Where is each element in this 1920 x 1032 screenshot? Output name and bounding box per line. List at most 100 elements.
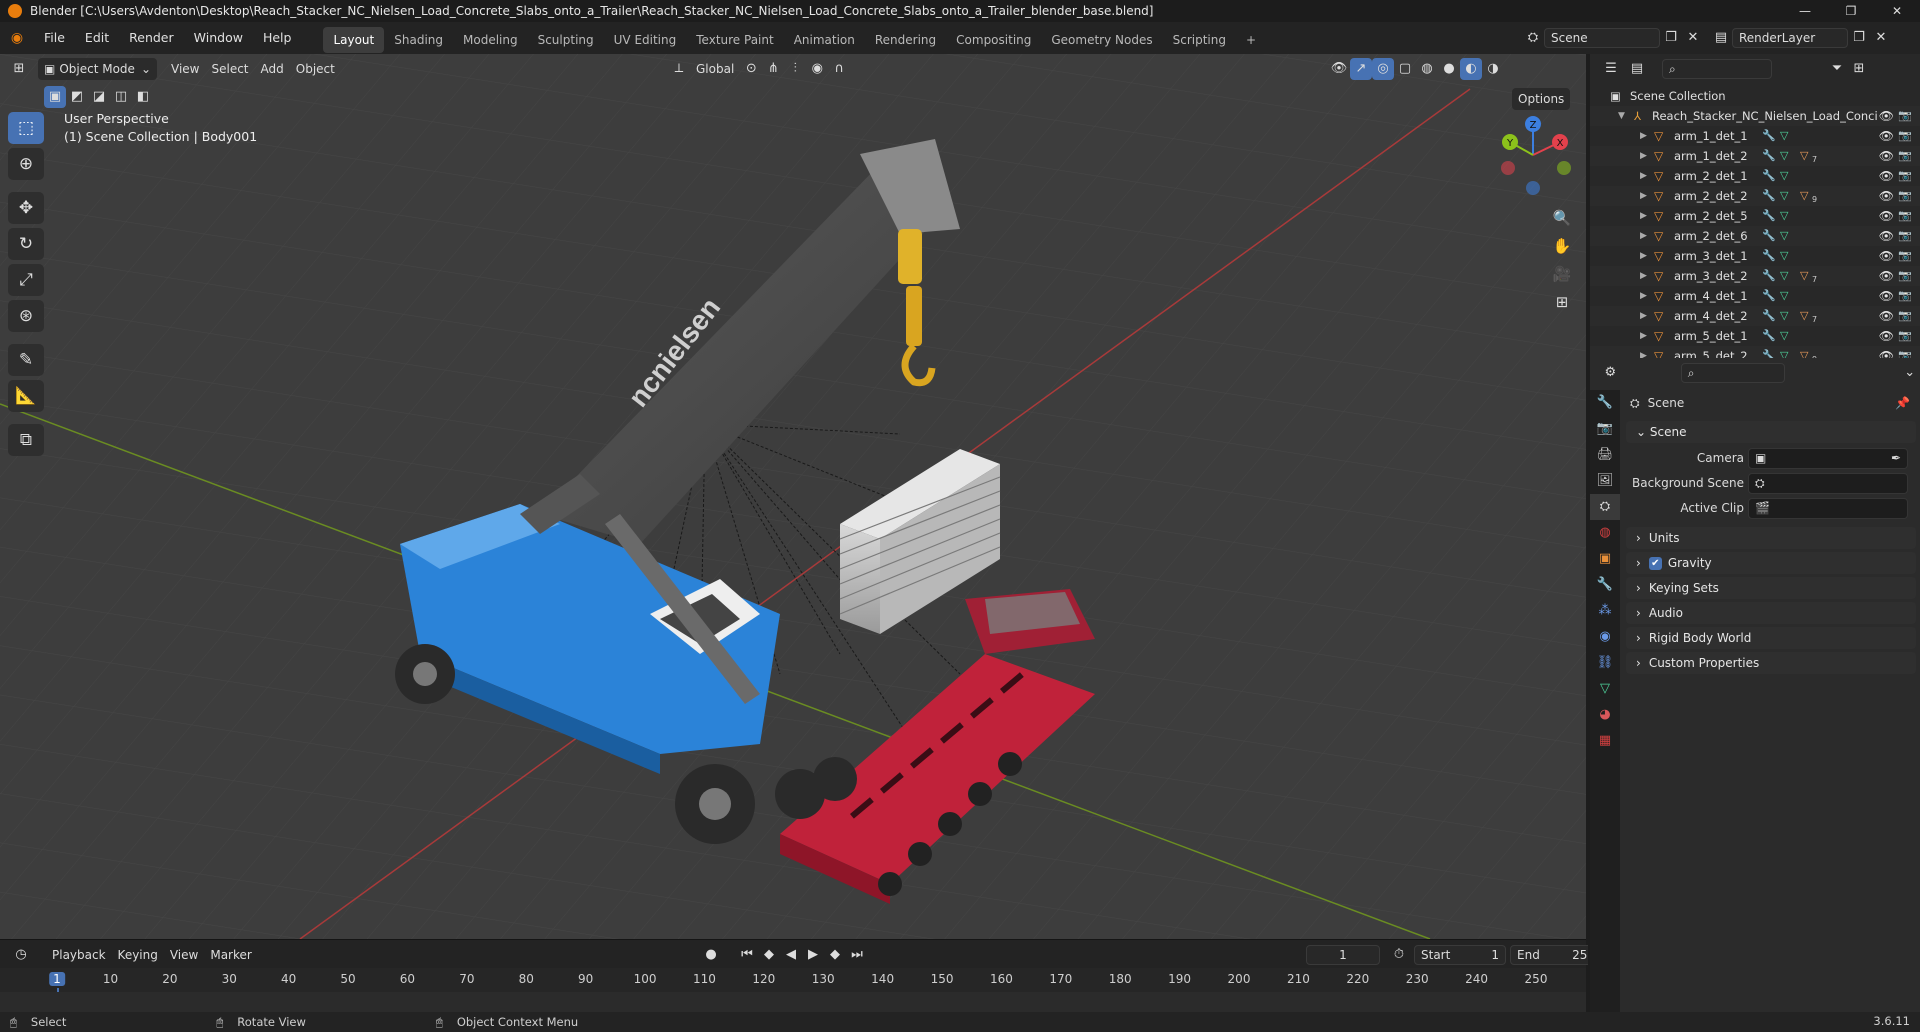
expand-arrow-icon[interactable]: ▶ bbox=[1640, 306, 1647, 326]
eye-icon[interactable]: 👁 bbox=[1879, 306, 1894, 326]
expand-arrow-icon[interactable]: ▶ bbox=[1640, 146, 1647, 166]
tab-sculpting[interactable]: Sculpting bbox=[528, 27, 604, 53]
camera-render-icon[interactable]: 📷 bbox=[1898, 326, 1912, 346]
camera-render-icon[interactable]: 📷 bbox=[1898, 186, 1912, 206]
display-mode-icon[interactable]: ▤ bbox=[1626, 58, 1648, 80]
outliner-item[interactable]: ▶ ▽ arm_3_det_2 🔧 ▽ ▽ 7 👁 📷 bbox=[1590, 266, 1920, 286]
eye-icon[interactable]: 👁 bbox=[1879, 126, 1894, 146]
scene-field[interactable]: Scene bbox=[1544, 28, 1660, 48]
preview-range-icon[interactable]: ⏱ bbox=[1388, 944, 1410, 966]
scene-tab-icon[interactable]: ⛭ bbox=[1590, 494, 1620, 520]
scene-render[interactable]: ncnielsen bbox=[0, 54, 1586, 939]
gizmo-toggle-icon[interactable]: ↗ bbox=[1350, 58, 1372, 80]
mesh-data-icon[interactable]: ▽ bbox=[1780, 206, 1788, 226]
move-tool-icon[interactable]: ✥ bbox=[8, 192, 44, 224]
panel-gravity[interactable]: › ✔ Gravity bbox=[1626, 552, 1916, 574]
modifier-icon[interactable]: 🔧 bbox=[1762, 206, 1776, 226]
tab-compositing[interactable]: Compositing bbox=[946, 27, 1041, 53]
menu-help[interactable]: Help bbox=[253, 22, 302, 54]
texture-tab-icon[interactable]: ▦ bbox=[1590, 728, 1620, 754]
expand-arrow-icon[interactable]: ▶ bbox=[1640, 126, 1647, 146]
falloff-icon[interactable]: ∩ bbox=[828, 58, 850, 80]
timeline-menu-view[interactable]: View bbox=[164, 944, 204, 966]
select-extend-icon[interactable]: ◩ bbox=[66, 86, 88, 108]
world-tab-icon[interactable]: ◍ bbox=[1590, 520, 1620, 546]
background-scene-field[interactable]: ⛭ bbox=[1748, 473, 1908, 494]
properties-editor-type-icon[interactable]: ⚙ bbox=[1600, 362, 1621, 384]
rotate-tool-icon[interactable]: ↻ bbox=[8, 228, 44, 260]
eye-icon[interactable]: 👁 bbox=[1879, 186, 1894, 206]
eye-icon[interactable]: 👁 bbox=[1879, 146, 1894, 166]
camera-render-icon[interactable]: 📷 bbox=[1898, 306, 1912, 326]
camera-render-icon[interactable]: 📷 bbox=[1898, 146, 1912, 166]
eye-icon[interactable]: 👁 bbox=[1879, 226, 1894, 246]
mesh-data-icon[interactable]: ▽ bbox=[1780, 146, 1788, 166]
expand-arrow-icon[interactable]: ▶ bbox=[1640, 266, 1647, 286]
outliner-item[interactable]: ▶ ▽ arm_1_det_2 🔧 ▽ ▽ 7 👁 📷 bbox=[1590, 146, 1920, 166]
menu-file[interactable]: File bbox=[34, 22, 75, 54]
tab-animation[interactable]: Animation bbox=[784, 27, 865, 53]
outliner-item[interactable]: ▶ ▽ arm_3_det_1 🔧 ▽ 👁 📷 bbox=[1590, 246, 1920, 266]
jump-start-icon[interactable]: ⏮ bbox=[736, 944, 758, 966]
mesh-data-icon[interactable]: ▽ bbox=[1780, 306, 1788, 326]
transform-tool-icon[interactable]: ⊛ bbox=[8, 300, 44, 332]
camera-render-icon[interactable]: 📷 bbox=[1898, 226, 1912, 246]
play-icon[interactable]: ▶ bbox=[802, 944, 824, 966]
modifier-tab-icon[interactable]: 🔧 bbox=[1590, 572, 1620, 598]
menu-render[interactable]: Render bbox=[119, 22, 184, 54]
cursor-tool-icon[interactable]: ⊕ bbox=[8, 148, 44, 180]
modifier-icon[interactable]: 🔧 bbox=[1762, 286, 1776, 306]
proportional-edit-icon[interactable]: ◉ bbox=[806, 58, 828, 80]
start-frame-field[interactable]: Start 1 bbox=[1414, 945, 1506, 965]
data-tab-icon[interactable]: ▽ bbox=[1590, 676, 1620, 702]
zoom-icon[interactable]: 🔍 bbox=[1547, 204, 1577, 232]
camera-render-icon[interactable]: 📷 bbox=[1898, 266, 1912, 286]
eye-icon[interactable]: 👁 bbox=[1879, 206, 1894, 226]
collection-row[interactable]: ▼ ⅄ Reach_Stacker_NC_Nielsen_Load_Conci … bbox=[1590, 106, 1920, 126]
expand-arrow-icon[interactable]: ▶ bbox=[1640, 246, 1647, 266]
view-layer-field[interactable]: RenderLayer bbox=[1732, 28, 1848, 48]
3d-viewport[interactable]: ncnielsen ⊞ ▣ Object Mode ⌄ View Select … bbox=[0, 54, 1586, 939]
measure-tool-icon[interactable]: 📐 bbox=[8, 380, 44, 412]
outliner-item[interactable]: ▶ ▽ arm_2_det_2 🔧 ▽ ▽ 9 👁 📷 bbox=[1590, 186, 1920, 206]
navigation-gizmo[interactable]: Z X Y bbox=[1490, 112, 1576, 198]
tab-texture-paint[interactable]: Texture Paint bbox=[686, 27, 783, 53]
pin-icon[interactable]: 📌 bbox=[1895, 396, 1910, 410]
scene-panel-header[interactable]: ⌄ Scene bbox=[1626, 421, 1916, 443]
new-collection-icon[interactable]: ⊞ bbox=[1848, 58, 1870, 80]
eye-icon[interactable]: 👁 bbox=[1879, 166, 1894, 186]
modifier-icon[interactable]: 🔧 bbox=[1762, 146, 1776, 166]
prev-keyframe-icon[interactable]: ◆ bbox=[758, 944, 780, 966]
visibility-icon[interactable]: 👁 bbox=[1328, 58, 1350, 80]
gravity-checkbox[interactable]: ✔ bbox=[1648, 556, 1662, 570]
outliner-item[interactable]: ▶ ▽ arm_2_det_5 🔧 ▽ 👁 📷 bbox=[1590, 206, 1920, 226]
scene-selector-icon[interactable]: ⛭ bbox=[1522, 27, 1544, 49]
ortho-grid-icon[interactable]: ⊞ bbox=[1547, 288, 1577, 316]
material-shading-icon[interactable]: ◐ bbox=[1460, 58, 1482, 80]
mesh-data-icon[interactable]: ▽ bbox=[1780, 166, 1788, 186]
camera-field[interactable]: ▣ ✒ bbox=[1748, 448, 1908, 469]
expand-arrow-icon[interactable]: ▶ bbox=[1640, 166, 1647, 186]
modifier-icon[interactable]: 🔧 bbox=[1762, 246, 1776, 266]
outliner-item[interactable]: ▶ ▽ arm_4_det_1 🔧 ▽ 👁 📷 bbox=[1590, 286, 1920, 306]
orientation-selector[interactable]: Global bbox=[690, 58, 740, 80]
select-intersect-icon[interactable]: ◧ bbox=[132, 86, 154, 108]
outliner-item[interactable]: ▶ ▽ arm_2_det_6 🔧 ▽ 👁 📷 bbox=[1590, 226, 1920, 246]
camera-render-icon[interactable]: 📷 bbox=[1898, 206, 1912, 226]
viewport-menu-object[interactable]: Object bbox=[290, 58, 341, 80]
annotate-tool-icon[interactable]: ✎ bbox=[8, 344, 44, 376]
material-icon[interactable]: ▽ bbox=[1800, 186, 1808, 206]
select-subtract-icon[interactable]: ◪ bbox=[88, 86, 110, 108]
expand-arrow-icon[interactable]: ▶ bbox=[1640, 326, 1647, 346]
transform-orientation-icon[interactable]: ⟂ bbox=[668, 58, 690, 80]
select-new-icon[interactable]: ▣ bbox=[44, 86, 66, 108]
camera-render-icon[interactable]: 📷 bbox=[1898, 126, 1912, 146]
mesh-data-icon[interactable]: ▽ bbox=[1780, 226, 1788, 246]
new-view-layer-icon[interactable]: ❐ bbox=[1848, 27, 1870, 49]
mesh-data-icon[interactable]: ▽ bbox=[1780, 266, 1788, 286]
tab-uv-editing[interactable]: UV Editing bbox=[604, 27, 687, 53]
modifier-icon[interactable]: 🔧 bbox=[1762, 266, 1776, 286]
timeline-menu-keying[interactable]: Keying bbox=[112, 944, 164, 966]
editor-type-icon[interactable]: ⊞ bbox=[8, 58, 30, 80]
wireframe-shading-icon[interactable]: ◍ bbox=[1416, 58, 1438, 80]
